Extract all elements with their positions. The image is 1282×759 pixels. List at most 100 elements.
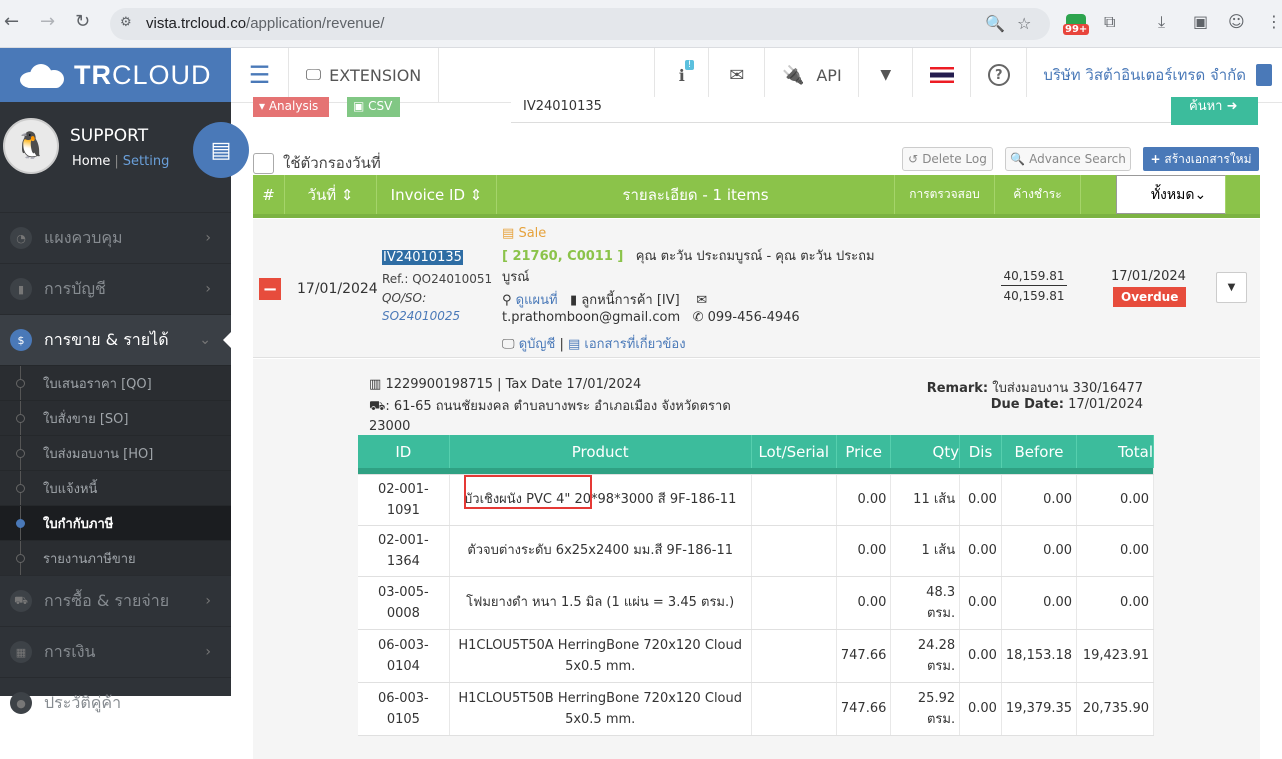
menu-accounting[interactable]: ▮ การบัญชี ›	[0, 263, 231, 314]
url-text: vista.trcloud.co/application/revenue/	[146, 15, 385, 32]
company-name[interactable]: บริษัท วิสต้าอินเตอร์เทรด จำกัด	[1027, 48, 1282, 103]
search-input[interactable]: IV24010135	[511, 97, 1173, 123]
site-info-icon[interactable]: ⚙	[120, 15, 132, 30]
view-account-link[interactable]: ดูบัญชี	[519, 337, 556, 352]
cart-icon: ⛟	[10, 590, 32, 612]
qo-so-label: QO/SO:	[382, 291, 427, 305]
chevron-down-icon: ⌄	[199, 332, 211, 348]
menu-finance[interactable]: ▦ การเงิน ›	[0, 626, 231, 677]
customer-phone: 099-456-4946	[707, 310, 800, 325]
monitor-icon: 🖵	[305, 65, 322, 84]
setting-link[interactable]: Setting	[123, 154, 170, 169]
building-icon	[1256, 64, 1272, 86]
reload-icon[interactable]: ↻	[75, 11, 90, 32]
avatar: 🐧	[3, 118, 59, 174]
date-filter-checkbox[interactable]	[253, 152, 274, 174]
user-panel: 🐧 SUPPORT Home | Setting ▤	[0, 102, 249, 212]
chevron-right-icon: ›	[205, 281, 211, 297]
extension-badge: 99+	[1063, 24, 1090, 35]
tax-line: ▥ 1229900198715 | Tax Date 17/01/2024	[369, 377, 642, 392]
col-product: Product	[449, 435, 752, 468]
new-document-button[interactable]: + สร้างเอกสารใหม่	[1143, 147, 1259, 171]
so-link[interactable]: SO24010025	[382, 309, 460, 323]
date-filter-toggle[interactable]: ใช้ตัวกรองวันที่	[253, 151, 381, 175]
col-before: Before	[1001, 435, 1078, 468]
submenu-invoice[interactable]: ใบแจ้งหนี้	[0, 470, 231, 505]
plug-icon: 🔌	[781, 64, 805, 86]
cloud-icon	[18, 62, 66, 88]
submenu-sales-tax-report[interactable]: รายงานภาษีขาย	[0, 540, 231, 575]
advance-search-button[interactable]: 🔍 Advance Search	[1005, 147, 1131, 171]
delivery-address: ⛟: 61-65 ถนนชัยมงคล ตำบลบางพระ อำเภอเมือ…	[369, 399, 731, 434]
status-filter-select[interactable]: ทั้งหมด ⌄	[1115, 175, 1226, 214]
col-price: Price	[836, 435, 892, 468]
submenu-quotation[interactable]: ใบเสนอราคา [QO]	[0, 365, 231, 400]
truck-icon: ⛟	[369, 399, 386, 414]
browser-menu-icon[interactable]: ⋮	[1266, 12, 1282, 31]
menu-purchase-expense[interactable]: ⛟ การซื้อ & รายจ่าย ›	[0, 575, 231, 626]
menu-partner-history[interactable]: ● ประวัติคู่ค้า	[0, 677, 231, 728]
table-row[interactable]: − 17/01/2024 IV24010135 Ref.: QO24010051…	[253, 219, 1260, 358]
extensions-puzzle-icon[interactable]: ⧉	[1104, 12, 1115, 32]
debtor-label: ลูกหนี้การค้า [IV]	[581, 293, 680, 308]
menu-dashboard[interactable]: ◔ แผงควบคุม ›	[0, 212, 231, 263]
document-icon: ▤	[502, 226, 515, 241]
submenu-handover[interactable]: ใบส่งมอบงาน [HO]	[0, 435, 231, 470]
chevron-down-icon: ⌄	[1194, 186, 1207, 203]
trcloud-logo[interactable]: TRCLOUD	[0, 48, 231, 102]
extension-button[interactable]: 🖵 EXTENSION	[289, 47, 439, 103]
col-id: ID	[358, 435, 450, 468]
mail-button[interactable]: ✉	[709, 47, 766, 103]
bookmark-star-icon[interactable]: ☆	[1017, 14, 1031, 33]
map-marker-icon: ⚲	[502, 293, 512, 308]
download-icon[interactable]: ⤓	[1158, 12, 1165, 32]
customer: [ 21760, C0011 ] คุณ ตะวัน ประถมบูรณ์ - …	[502, 249, 875, 285]
caret-down-icon: ▼	[880, 67, 892, 83]
envelope-icon: ✉	[696, 293, 708, 308]
highlight-box	[464, 475, 592, 509]
api-button[interactable]: 🔌 API	[765, 47, 860, 103]
zoom-icon[interactable]: 🔍	[985, 14, 1005, 33]
thai-flag-icon	[929, 67, 954, 83]
col-lot: Lot/Serial	[751, 435, 837, 468]
calendar-icon: ▦	[10, 641, 32, 663]
col-hash: #	[253, 175, 285, 214]
search-button[interactable]: ค้นหา ➜	[1171, 97, 1258, 125]
delete-log-button[interactable]: ↺ Delete Log	[902, 147, 993, 171]
back-icon[interactable]: ←	[4, 11, 19, 32]
detail-due-date: Due Date: 17/01/2024	[990, 397, 1143, 412]
language-button[interactable]	[913, 47, 972, 103]
barcode-icon: ▥	[369, 377, 382, 392]
related-docs-link[interactable]: เอกสารที่เกี่ยวข้อง	[584, 337, 685, 352]
submenu-sales-order[interactable]: ใบสั่งขาย [SO]	[0, 400, 231, 435]
forward-icon[interactable]: →	[40, 11, 55, 32]
row-actions-dropdown[interactable]: ▼	[1216, 272, 1247, 303]
caret-down-icon: ▼	[1227, 282, 1236, 293]
submenu-tax-invoice[interactable]: ใบกำกับภาษี	[0, 505, 231, 540]
invoice-id-link[interactable]: IV24010135	[382, 250, 463, 265]
table-row: 06-003-0105 H1CLOU5T50B HerringBone 720x1…	[358, 682, 1154, 736]
menu-sales-revenue[interactable]: $ การขาย & รายได้ ⌄	[0, 314, 231, 365]
invoice-date: 17/01/2024	[297, 281, 378, 297]
profile-avatar-icon[interactable]: ☺	[1228, 12, 1245, 31]
info-button[interactable]: ℹ!	[655, 47, 710, 103]
table-row: 03-005-0008 โฟมยางดำ หนา 1.5 มิล (1 แผ่น …	[358, 576, 1154, 630]
home-link[interactable]: Home	[72, 154, 110, 169]
book-icon: ▮	[569, 293, 578, 308]
address-bar[interactable]: ⚙ vista.trcloud.co/application/revenue/ …	[110, 8, 1050, 40]
side-panel-icon[interactable]: ▣	[1193, 12, 1208, 31]
collapse-row-button[interactable]: −	[259, 278, 281, 300]
more-dropdown-button[interactable]: ▼	[859, 47, 914, 103]
help-button[interactable]: ?	[971, 47, 1028, 103]
browser-toolbar: ← → ↻ ⚙ vista.trcloud.co/application/rev…	[0, 0, 1282, 48]
table-row: 06-003-0104 H1CLOU5T50A HerringBone 720x1…	[358, 629, 1154, 683]
book-button[interactable]: ▤	[193, 122, 249, 178]
col-audit: การตรวจสอบ	[895, 175, 995, 214]
analysis-button[interactable]: ▾ Analysis	[253, 97, 329, 117]
col-invoice-sort[interactable]: Invoice ID ⇕	[377, 175, 497, 214]
chevron-right-icon: ›	[205, 230, 211, 246]
map-link[interactable]: ดูแผนที่	[516, 293, 558, 308]
hamburger-menu-button[interactable]: ☰	[231, 47, 289, 103]
csv-button[interactable]: ▣ CSV	[347, 97, 400, 117]
col-date-sort[interactable]: วันที่ ⇕	[285, 175, 377, 214]
